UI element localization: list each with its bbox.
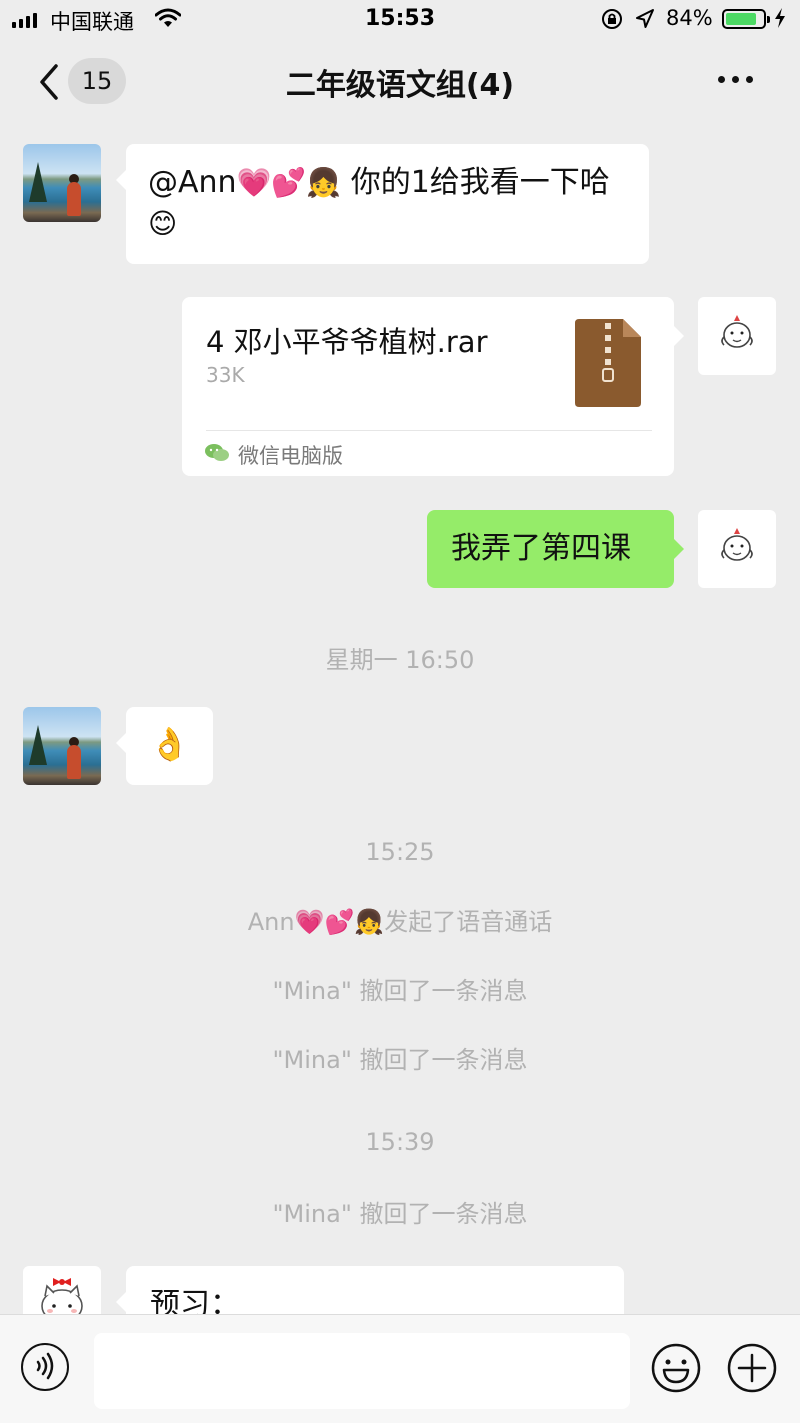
avatar[interactable] bbox=[698, 297, 776, 375]
timestamp: 15:39 bbox=[365, 1128, 435, 1156]
message-input[interactable] bbox=[94, 1333, 630, 1409]
zip-file-icon bbox=[575, 319, 641, 407]
charging-bolt-icon bbox=[775, 8, 785, 28]
avatar[interactable] bbox=[698, 510, 776, 588]
chat-title: 二年级语文组(4) bbox=[285, 68, 515, 103]
rotation-lock-icon bbox=[602, 9, 622, 29]
caller-name: Ann bbox=[247, 908, 295, 936]
chat-header: 15 二年级语文组(4) bbox=[0, 40, 800, 124]
battery-percent: 84% bbox=[666, 6, 713, 30]
recall-notice: "Mina" 撤回了一条消息 bbox=[272, 977, 528, 1005]
emoji-icon[interactable] bbox=[651, 1343, 701, 1393]
avatar[interactable] bbox=[23, 707, 101, 785]
mention: @Ann bbox=[148, 165, 237, 200]
message-bubble[interactable]: @Ann💗💕👧 你的1给我看一下哈 😊 bbox=[116, 144, 649, 264]
smile-emoji: 😊 bbox=[148, 207, 178, 240]
voice-input-icon[interactable] bbox=[21, 1343, 69, 1391]
message-bubble[interactable]: 我弄了第四课 bbox=[427, 510, 684, 588]
call-notice: Ann💗💕👧发起了语音通话 bbox=[0, 902, 800, 937]
file-size: 33K bbox=[206, 363, 245, 387]
message-body: 你的1给我看一下哈 bbox=[341, 165, 610, 200]
wechat-icon bbox=[205, 444, 229, 461]
emoji: 💗💕👧 bbox=[294, 908, 385, 936]
message-text: 我弄了第四课 bbox=[451, 531, 631, 566]
ok-hand-emoji: 👌 bbox=[149, 725, 190, 763]
file-name: 4 邓小平爷爷植树.rar bbox=[206, 325, 488, 359]
file-message-card[interactable]: 4 邓小平爷爷植树.rar 33K 微信电脑版 bbox=[182, 297, 684, 476]
message-bubble[interactable]: 👌 bbox=[116, 707, 213, 785]
plus-icon[interactable] bbox=[727, 1343, 777, 1393]
location-arrow-icon bbox=[636, 9, 654, 28]
emoji: 💗💕👧 bbox=[236, 166, 342, 199]
recall-notice: "Mina" 撤回了一条消息 bbox=[272, 1046, 528, 1074]
recall-notice: "Mina" 撤回了一条消息 bbox=[272, 1200, 528, 1228]
file-source: 微信电脑版 bbox=[238, 444, 343, 468]
timestamp: 星期一 16:50 bbox=[325, 646, 475, 674]
ellipsis-icon[interactable] bbox=[718, 76, 753, 83]
divider bbox=[206, 430, 652, 431]
input-bar bbox=[0, 1314, 800, 1423]
avatar[interactable] bbox=[23, 144, 101, 222]
timestamp: 15:25 bbox=[365, 838, 435, 866]
call-notice-text: 发起了语音通话 bbox=[384, 908, 553, 936]
battery-icon bbox=[722, 9, 770, 29]
status-bar: 中国联通 15:53 84% bbox=[0, 0, 800, 40]
message-text: @Ann💗💕👧 你的1给我看一下哈 😊 bbox=[148, 162, 627, 244]
